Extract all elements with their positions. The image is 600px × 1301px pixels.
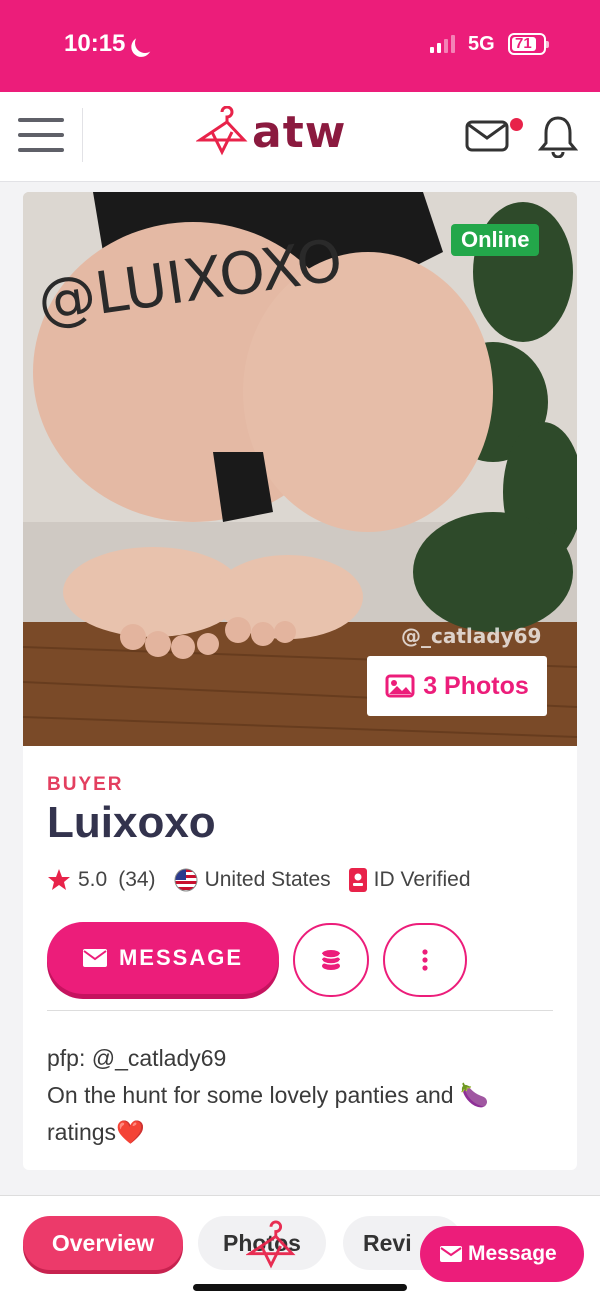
section-divider — [47, 1010, 553, 1011]
bio-line: pfp: @_catlady69 — [47, 1045, 227, 1071]
top-navigation: atw — [0, 92, 600, 182]
floating-message-label: Message — [468, 1242, 557, 1265]
image-icon — [385, 674, 415, 698]
cellular-signal-icon — [430, 35, 455, 53]
rating-value: 5.0 — [78, 868, 108, 891]
envelope-icon — [440, 1246, 462, 1262]
profile-tabs: Overview Photos Revi Message — [0, 1195, 600, 1301]
hanger-logo-icon — [196, 106, 248, 156]
do-not-disturb-icon — [132, 30, 159, 57]
hanger-logo-icon — [246, 1220, 296, 1269]
rating-count: (34) — [118, 868, 156, 891]
status-bar: 10:15 5G 71 — [0, 0, 600, 92]
notification-dot — [510, 118, 523, 131]
battery-icon: 71 — [508, 33, 549, 55]
battery-level: 71 — [515, 35, 532, 52]
view-photos-label: 3 Photos — [423, 671, 529, 700]
more-vertical-icon — [422, 949, 428, 971]
profile-bio: pfp: @_catlady69 On the hunt for some lo… — [47, 1040, 557, 1151]
status-time: 10:15 — [64, 30, 126, 57]
us-flag-icon — [174, 868, 198, 892]
profile-name: Luixoxo — [47, 798, 216, 847]
country-name: United States — [204, 868, 331, 891]
envelope-icon — [82, 949, 107, 967]
message-button-label: MESSAGE — [118, 945, 244, 970]
verification: ID Verified — [348, 868, 471, 892]
tip-button[interactable] — [293, 923, 369, 997]
profile-meta: 5.0 (34) United States ID Verified — [47, 868, 489, 892]
bio-line: On the hunt for some lovely panties and … — [47, 1082, 489, 1108]
star-icon — [48, 869, 70, 890]
bio-line: ratings❤️ — [47, 1119, 145, 1145]
mail-icon[interactable] — [465, 120, 509, 152]
more-options-button[interactable] — [383, 923, 467, 997]
view-photos-button[interactable]: 3 Photos — [367, 656, 547, 716]
home-indicator — [193, 1284, 407, 1291]
profile-photo[interactable]: @LUIXOXO Online @_catlady69 3 Photos — [23, 192, 577, 746]
coins-icon — [321, 950, 341, 970]
site-logo[interactable]: atw — [196, 106, 346, 158]
menu-icon[interactable] — [18, 118, 64, 152]
bell-icon[interactable] — [538, 114, 578, 158]
message-button[interactable]: MESSAGE — [47, 922, 279, 994]
nav-divider — [82, 108, 83, 162]
verification-label: ID Verified — [373, 868, 471, 891]
id-badge-icon — [348, 868, 367, 892]
network-type: 5G — [468, 33, 495, 55]
logo-text: atw — [252, 106, 347, 158]
photo-watermark: @_catlady69 — [401, 624, 542, 648]
floating-message-button[interactable]: Message — [420, 1226, 584, 1282]
rating[interactable]: 5.0 (34) — [47, 868, 156, 892]
country: United States — [174, 868, 331, 892]
account-role: BUYER — [47, 774, 124, 795]
online-status-badge: Online — [451, 224, 540, 256]
profile-card: @LUIXOXO Online @_catlady69 3 Photos BUY… — [23, 192, 577, 1170]
tab-overview[interactable]: Overview — [23, 1216, 183, 1270]
